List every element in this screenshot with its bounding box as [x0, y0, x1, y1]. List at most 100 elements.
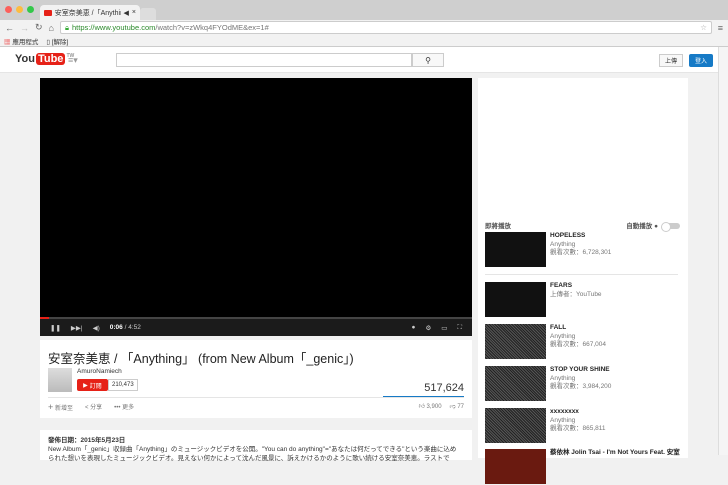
subscribe-button[interactable]: ▶ 訂閱: [77, 379, 108, 391]
video-meta: Anything: [550, 240, 576, 248]
video-title: FALL: [550, 324, 567, 331]
video-info-card: 安室奈美恵 / 「Anything」 (from New Album「_geni…: [40, 340, 472, 418]
related-video[interactable]: 蔡依林 Jolin Tsai - I'm Not Yours Feat. 安室: [485, 449, 685, 485]
thumbs-up-icon: 👍︎: [418, 404, 425, 410]
video-views: 觀看次數：3,984,200: [550, 383, 612, 390]
upload-button[interactable]: 上傳: [659, 54, 683, 67]
bookmark-apps[interactable]: ▦ 應用程式: [4, 36, 38, 46]
related-video[interactable]: xxxxxxxx Anything 觀看次數：865,811: [485, 408, 685, 444]
lock-icon: 🔒︎: [65, 22, 69, 32]
logo-you: You: [15, 53, 35, 65]
related-video[interactable]: HOPELESS Anything 觀看次數：6,728,301: [485, 232, 685, 268]
back-icon[interactable]: ←: [5, 23, 14, 33]
home-icon[interactable]: ⌂: [49, 23, 54, 33]
guide-menu-icon[interactable]: ≡▾: [68, 55, 78, 66]
youtube-header: You Tube TW ≡▾ ⚲ 上傳 登入: [0, 47, 718, 73]
next-icon[interactable]: ▶▶|: [71, 324, 83, 332]
dislike-count: 77: [457, 404, 464, 410]
video-thumbnail: [485, 232, 546, 267]
bookmarks-bar: ▦ 應用程式 ▯ [解除]: [0, 35, 728, 47]
like-button[interactable]: 👍︎ 3,900: [419, 402, 442, 410]
browser-tab[interactable]: 安室奈美恵 /「Anything ◀ ×: [40, 5, 140, 20]
forward-icon[interactable]: →: [20, 23, 29, 33]
publish-date: 發佈日期：2015年5月23日: [48, 437, 126, 444]
url-path: /watch?v=zWkq4FYOdME&ex=1#: [155, 23, 269, 32]
video-title: FEARS: [550, 282, 573, 289]
plus-icon: +: [48, 402, 54, 412]
video-player[interactable]: ❚❚ ▶▶| ◀) 0:06 / 4:52 ● ⚙ ▭ ⛶: [40, 78, 472, 336]
youtube-logo[interactable]: You Tube TW: [15, 53, 74, 65]
video-meta: Anything: [550, 416, 576, 424]
autoplay-toggle[interactable]: 自動播放 ●: [626, 220, 680, 233]
info-icon[interactable]: ●: [412, 324, 416, 331]
signin-button[interactable]: 登入: [689, 54, 713, 67]
video-title: HOPELESS: [550, 232, 586, 239]
dislike-button[interactable]: 👎︎ 77: [450, 402, 464, 410]
more-dots-icon: •••: [114, 405, 121, 411]
video-title: xxxxxxxx: [550, 408, 579, 415]
page-scrollbar[interactable]: [718, 47, 728, 455]
divider: [485, 274, 678, 275]
subscribe-label: 訂閱: [89, 383, 102, 390]
maximize-window-button[interactable]: [27, 6, 34, 13]
url-input[interactable]: 🔒︎ https://www.youtube.com/watch?v=zWkq4…: [60, 21, 712, 34]
related-sidebar: 即將播放 自動播放 ● HOPELESS Anything 觀看次數：6,728,3…: [478, 78, 688, 484]
menu-icon[interactable]: ≡: [718, 23, 723, 33]
more-button[interactable]: ••• 更多: [114, 402, 134, 412]
video-views: 觀看次數：865,811: [550, 425, 606, 432]
related-video[interactable]: FALL Anything 觀看次數：667,004: [485, 324, 685, 360]
close-tab-icon[interactable]: ×: [132, 9, 136, 16]
video-title: 蔡依林 Jolin Tsai - I'm Not Yours Feat. 安室: [550, 449, 680, 456]
fullscreen-icon[interactable]: ⛶: [457, 324, 462, 332]
video-meta: Anything: [550, 374, 576, 382]
channel-avatar[interactable]: [48, 368, 72, 392]
like-count: 3,900: [426, 404, 442, 410]
youtube-favicon-icon: [44, 9, 52, 16]
action-buttons: + 新增至 < 分享 ••• 更多: [48, 402, 134, 412]
description-card: 發佈日期：2015年5月23日 New Album「_genic」収録曲「Any…: [40, 430, 472, 462]
reload-icon[interactable]: ↻: [35, 22, 43, 33]
add-to-button[interactable]: + 新增至: [48, 402, 73, 412]
video-meta: Anything: [550, 332, 576, 340]
minimize-window-button[interactable]: [16, 6, 23, 13]
video-thumbnail: [485, 324, 546, 359]
video-meta: 上傳者：YouTube: [550, 290, 602, 298]
video-thumbnail: [485, 449, 546, 484]
toggle-switch[interactable]: [661, 222, 680, 233]
close-window-button[interactable]: [5, 6, 12, 13]
url-host: https://www.youtube.com: [72, 23, 156, 32]
divider: [48, 397, 464, 398]
related-video[interactable]: STOP YOUR SHINE Anything 觀看次數：3,984,200: [485, 366, 685, 402]
new-tab-button[interactable]: [140, 8, 156, 20]
share-icon: <: [84, 405, 89, 411]
like-ratio-bar: [383, 396, 464, 397]
video-title: 安室奈美恵 / 「Anything」 (from New Album「_geni…: [48, 352, 354, 366]
logo-tube: Tube: [35, 53, 66, 65]
description-text: られた想いを表現したミュージックビデオ。見えない何かによって沈んだ風景に、訴えか…: [48, 455, 450, 462]
video-thumbnail: [485, 408, 546, 443]
search-button[interactable]: ⚲: [412, 53, 444, 67]
speaker-icon: ◀: [123, 9, 129, 17]
thumbs-down-icon: 👎︎: [449, 404, 456, 410]
theater-mode-icon[interactable]: ▭: [441, 324, 447, 332]
video-thumbnail: [485, 366, 546, 401]
related-video[interactable]: FEARS 上傳者：YouTube: [485, 282, 685, 318]
time-total: / 4:52: [124, 324, 141, 331]
description-text: New Album「_genic」収録曲「Anything」のミュージックビデオ…: [48, 446, 457, 453]
rating-buttons: 👍︎ 3,900 👎︎ 77: [419, 402, 464, 410]
player-controls: ❚❚ ▶▶| ◀) 0:06 / 4:52 ● ⚙ ▭ ⛶: [40, 319, 472, 336]
more-label: 更多: [122, 405, 135, 411]
settings-gear-icon[interactable]: ⚙: [425, 324, 431, 332]
volume-icon[interactable]: ◀): [93, 324, 100, 332]
search-input[interactable]: [116, 53, 412, 67]
pause-icon[interactable]: ❚❚: [50, 324, 61, 332]
video-views: 觀看次數：667,004: [550, 341, 606, 348]
bookmark-item[interactable]: ▯ [解除]: [46, 36, 68, 46]
time-current: 0:06: [109, 324, 123, 331]
bookmark-star-icon[interactable]: ☆: [700, 23, 707, 32]
subscriber-count: 210,473: [108, 379, 138, 391]
share-button[interactable]: < 分享: [85, 402, 102, 412]
video-title: STOP YOUR SHINE: [550, 366, 610, 373]
channel-name[interactable]: AmuroNamiech: [77, 368, 122, 375]
tab-bar: 安室奈美恵 /「Anything ◀ ×: [0, 0, 728, 20]
